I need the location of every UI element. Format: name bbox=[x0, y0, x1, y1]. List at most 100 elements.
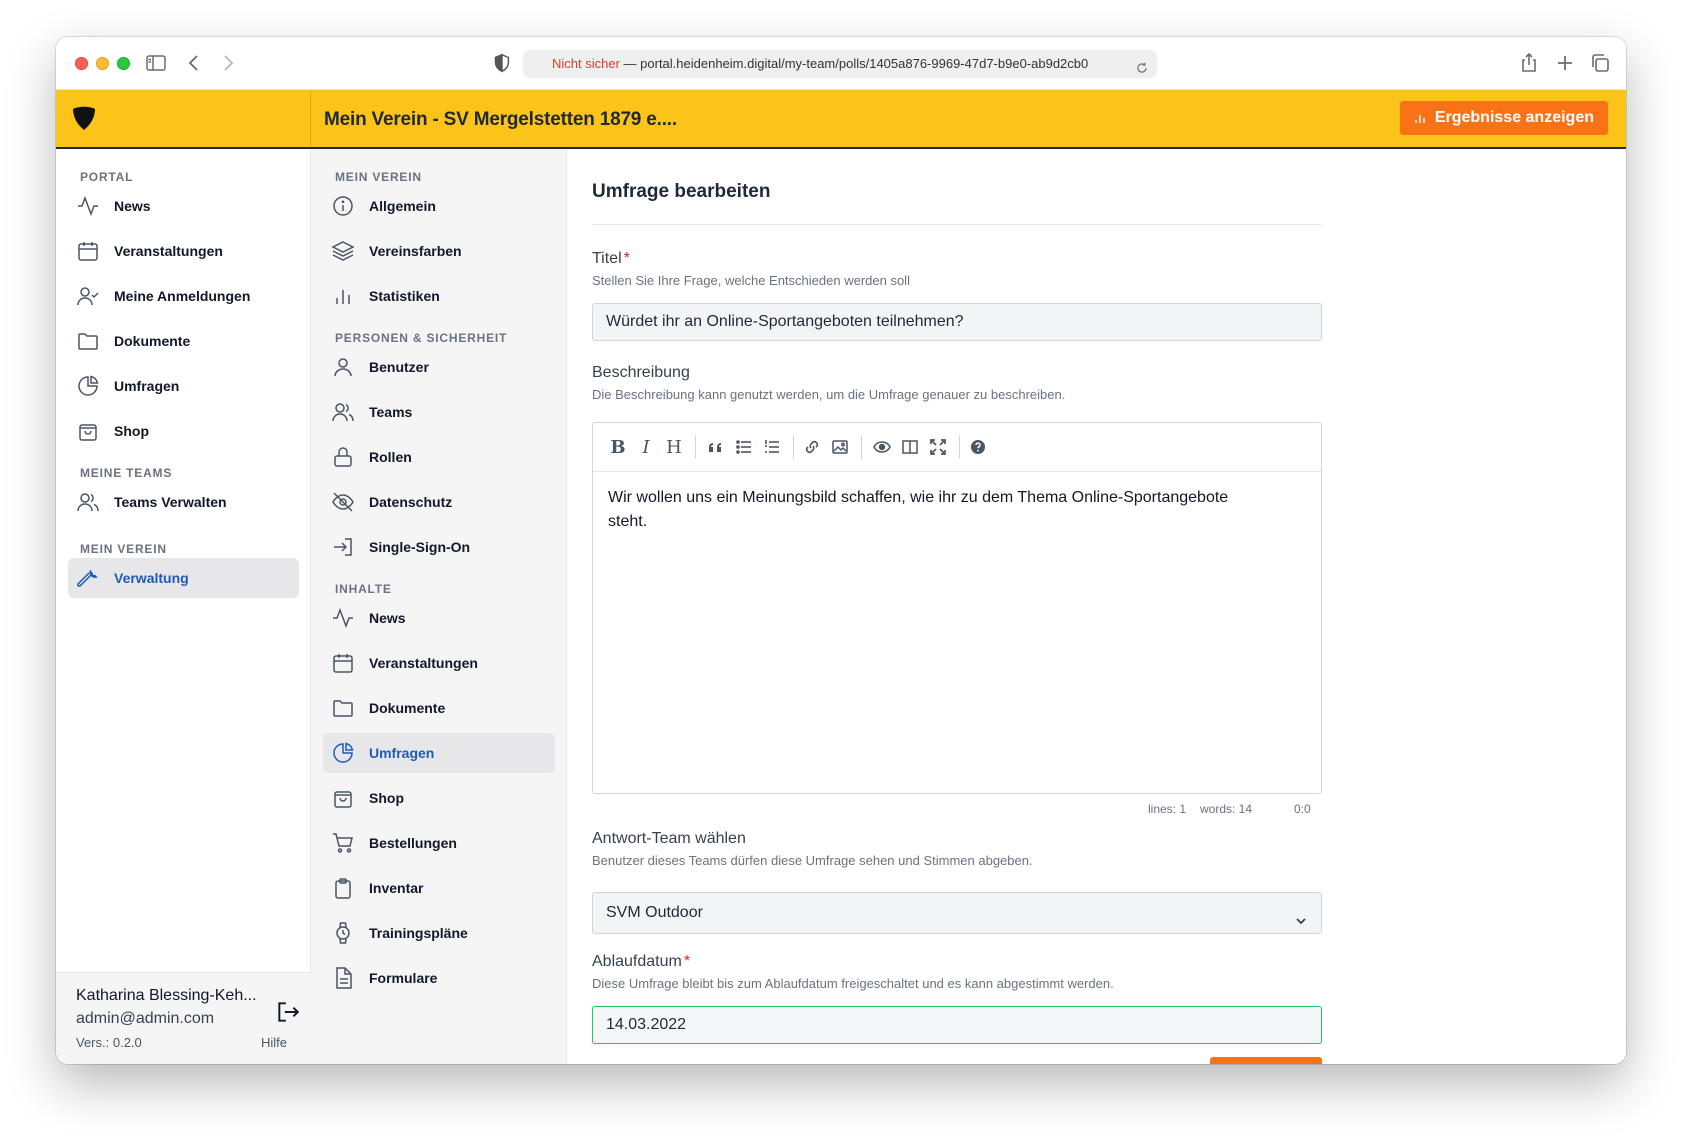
settings-item-label: Single-Sign-On bbox=[369, 539, 471, 555]
save-button[interactable] bbox=[1210, 1057, 1322, 1064]
required-marker: * bbox=[683, 953, 691, 970]
quote-icon[interactable] bbox=[705, 436, 727, 458]
settings-item-single-sign-on[interactable]: Single-Sign-On bbox=[323, 527, 555, 567]
settings-item-label: Allgemein bbox=[369, 198, 436, 214]
file-text-icon bbox=[331, 966, 355, 990]
image-icon[interactable] bbox=[829, 436, 851, 458]
expiry-date-input[interactable]: 14.03.2022 bbox=[592, 1006, 1322, 1044]
wrench-icon bbox=[76, 566, 100, 590]
toolbar-separator bbox=[793, 435, 794, 459]
eye-off-icon bbox=[331, 490, 355, 514]
club-logo-icon[interactable] bbox=[70, 104, 98, 132]
sidebar-item-label: News bbox=[114, 198, 151, 214]
markdown-editor: B I H Wir wollen uns ein Meinungsbild sc… bbox=[592, 422, 1322, 794]
bold-icon[interactable]: B bbox=[607, 436, 629, 458]
section-label-personen-sicherheit: PERSONEN & SICHERHEIT bbox=[335, 331, 508, 345]
zoom-window-button[interactable] bbox=[117, 57, 130, 70]
settings-item-allgemein[interactable]: Allgemein bbox=[323, 186, 555, 226]
settings-item-rollen[interactable]: Rollen bbox=[323, 437, 555, 477]
user-email: admin@admin.com bbox=[76, 1010, 215, 1027]
settings-item-news[interactable]: News bbox=[323, 598, 555, 638]
settings-item-shop[interactable]: Shop bbox=[323, 778, 555, 818]
show-results-label: Ergebnisse anzeigen bbox=[1434, 109, 1594, 126]
window-controls bbox=[75, 57, 130, 70]
settings-item-label: Teams bbox=[369, 404, 413, 420]
shopping-cart-icon bbox=[331, 831, 355, 855]
version-label: Vers.: 0.2.0 bbox=[76, 1035, 142, 1050]
sidebar-item-dokumente[interactable]: Dokumente bbox=[68, 321, 299, 361]
editor-lines-count: lines: 1 bbox=[1148, 802, 1187, 816]
editor-textarea[interactable]: Wir wollen uns ein Meinungsbild schaffen… bbox=[608, 486, 1248, 534]
address-bar[interactable]: Nicht sicher — portal.heidenheim.digital… bbox=[523, 50, 1157, 78]
help-icon[interactable] bbox=[967, 436, 989, 458]
logo-area bbox=[56, 90, 311, 147]
side-by-side-icon[interactable] bbox=[899, 436, 921, 458]
sidebar-item-verwaltung[interactable]: Verwaltung bbox=[68, 558, 299, 598]
sidebar-item-umfragen[interactable]: Umfragen bbox=[68, 366, 299, 406]
clipboard-icon bbox=[331, 876, 355, 900]
sidebar-item-meine-anmeldungen[interactable]: Meine Anmeldungen bbox=[68, 276, 299, 316]
ordered-list-icon[interactable] bbox=[761, 436, 783, 458]
header-title: Mein Verein - SV Mergelstetten 1879 e...… bbox=[324, 109, 677, 130]
link-icon[interactable] bbox=[801, 436, 823, 458]
sidebar-item-news[interactable]: News bbox=[68, 186, 299, 226]
settings-item-datenschutz[interactable]: Datenschutz bbox=[323, 482, 555, 522]
back-icon[interactable] bbox=[182, 51, 206, 75]
settings-item-vereinsfarben[interactable]: Vereinsfarben bbox=[323, 231, 555, 271]
reload-icon[interactable] bbox=[1135, 57, 1149, 73]
settings-item-formulare[interactable]: Formulare bbox=[323, 958, 555, 998]
title-divider bbox=[592, 224, 1322, 225]
settings-item-bestellungen[interactable]: Bestellungen bbox=[323, 823, 555, 863]
fullscreen-icon[interactable] bbox=[927, 436, 949, 458]
settings-item-label: Trainingspläne bbox=[369, 925, 468, 941]
sidebar-item-veranstaltungen[interactable]: Veranstaltungen bbox=[68, 231, 299, 271]
close-window-button[interactable] bbox=[75, 57, 88, 70]
editor-words-count: words: 14 bbox=[1200, 802, 1253, 816]
heading-icon[interactable]: H bbox=[663, 436, 685, 458]
settings-sidebar: MEIN VEREIN Allgemein Vereinsfarben Stat… bbox=[311, 149, 567, 1064]
sidebar-item-label: Shop bbox=[114, 423, 149, 439]
team-field-help: Benutzer dieses Teams dürfen diese Umfra… bbox=[592, 853, 1033, 868]
settings-item-label: Formulare bbox=[369, 970, 438, 986]
unordered-list-icon[interactable] bbox=[733, 436, 755, 458]
sidebar-toggle-icon[interactable] bbox=[144, 51, 168, 75]
activity-icon bbox=[76, 194, 100, 218]
shield-icon[interactable] bbox=[491, 52, 513, 74]
settings-item-statistiken[interactable]: Statistiken bbox=[323, 276, 555, 316]
sidebar-item-shop[interactable]: Shop bbox=[68, 411, 299, 451]
preview-icon[interactable] bbox=[871, 436, 893, 458]
new-tab-icon[interactable] bbox=[1553, 51, 1577, 75]
logout-icon[interactable] bbox=[275, 999, 301, 1025]
browser-window: Nicht sicher — portal.heidenheim.digital… bbox=[56, 37, 1626, 1064]
user-name[interactable]: Katharina Blessing-Keh... bbox=[76, 987, 266, 1005]
settings-item-trainingsplaene[interactable]: Trainingspläne bbox=[323, 913, 555, 953]
share-icon[interactable] bbox=[1517, 51, 1541, 75]
title-input[interactable]: Würdet ihr an Online-Sportangeboten teil… bbox=[592, 303, 1322, 341]
forward-icon[interactable] bbox=[216, 51, 240, 75]
editor-toolbar: B I H bbox=[593, 423, 1321, 472]
sidebar-item-teams-verwalten[interactable]: Teams Verwalten bbox=[68, 482, 299, 522]
help-link[interactable]: Hilfe bbox=[261, 1035, 287, 1050]
description-field-help: Die Beschreibung kann genutzt werden, um… bbox=[592, 387, 1066, 402]
settings-item-benutzer[interactable]: Benutzer bbox=[323, 347, 555, 387]
settings-item-dokumente[interactable]: Dokumente bbox=[323, 688, 555, 728]
minimize-window-button[interactable] bbox=[96, 57, 109, 70]
team-select[interactable]: SVM Outdoor bbox=[592, 892, 1322, 934]
url-separator: — bbox=[619, 56, 641, 71]
folder-icon bbox=[331, 696, 355, 720]
section-label-meine-teams: MEINE TEAMS bbox=[80, 466, 173, 480]
section-label-mein-verein: MEIN VEREIN bbox=[335, 170, 422, 184]
settings-item-veranstaltungen[interactable]: Veranstaltungen bbox=[323, 643, 555, 683]
settings-item-inventar[interactable]: Inventar bbox=[323, 868, 555, 908]
show-results-button[interactable]: Ergebnisse anzeigen bbox=[1399, 101, 1608, 135]
settings-item-teams[interactable]: Teams bbox=[323, 392, 555, 432]
team-select-value: SVM Outdoor bbox=[606, 904, 703, 921]
expiry-label-text: Ablaufdatum bbox=[592, 953, 682, 970]
settings-item-label: Veranstaltungen bbox=[369, 655, 478, 671]
info-icon bbox=[331, 194, 355, 218]
watch-icon bbox=[331, 921, 355, 945]
settings-item-umfragen[interactable]: Umfragen bbox=[323, 733, 555, 773]
tab-overview-icon[interactable] bbox=[1588, 51, 1612, 75]
italic-icon[interactable]: I bbox=[635, 436, 657, 458]
sidebar-item-label: Veranstaltungen bbox=[114, 243, 223, 259]
